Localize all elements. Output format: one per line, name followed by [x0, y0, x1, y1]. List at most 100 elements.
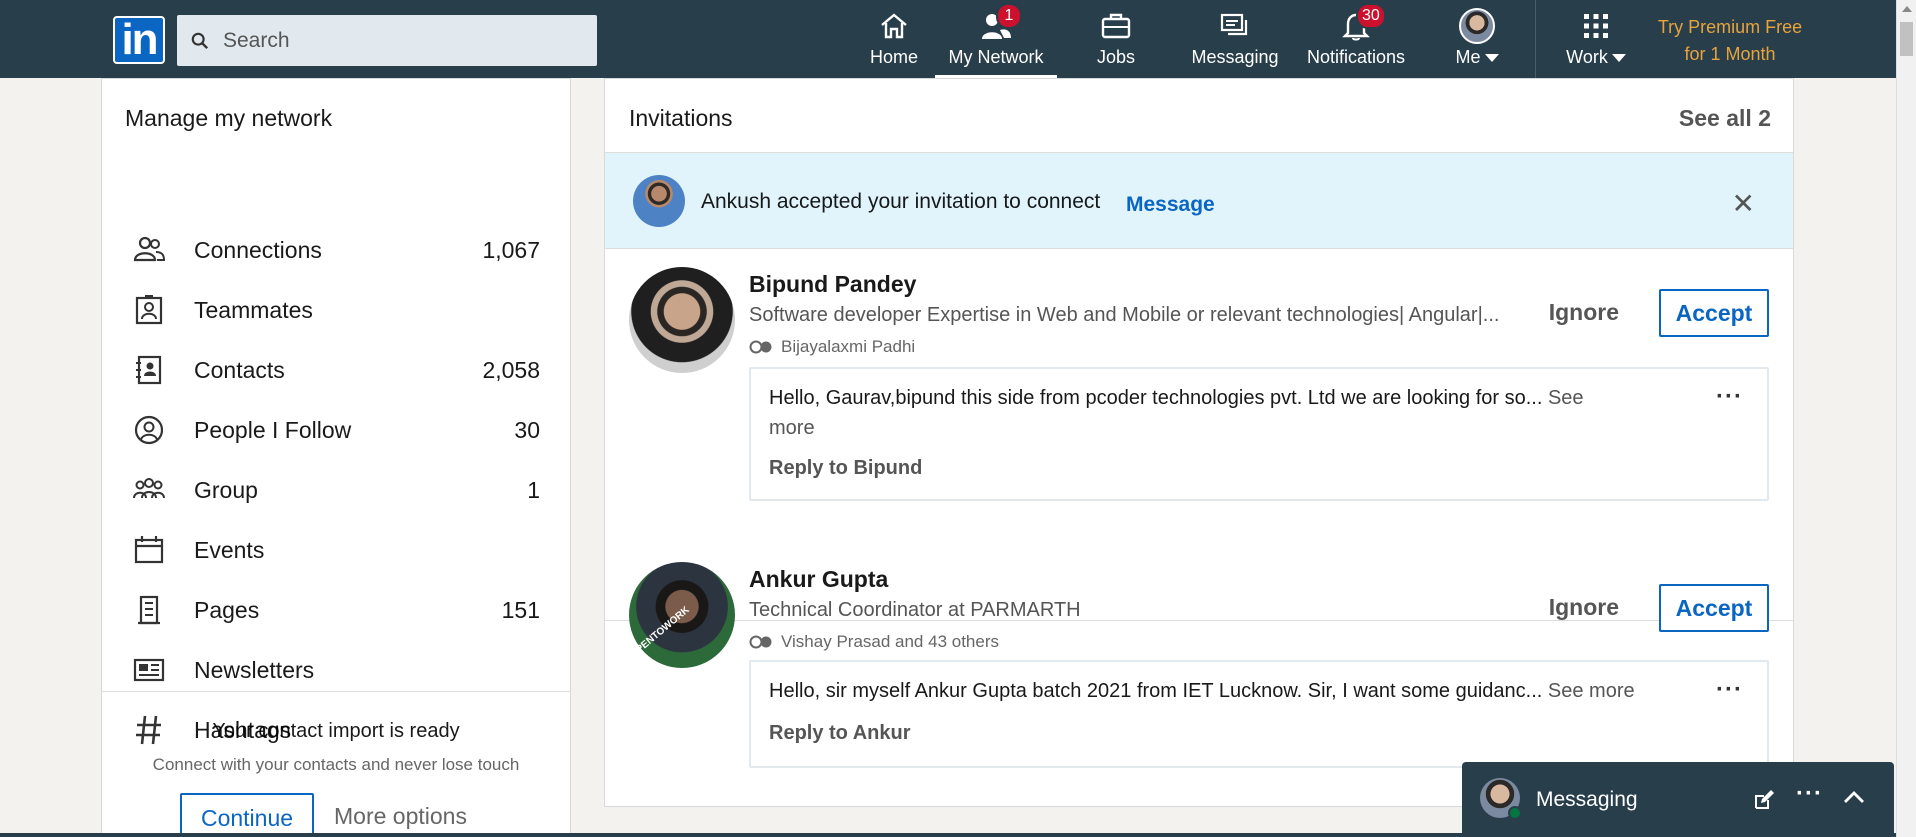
see-all-invitations-link[interactable]: See all 2: [1679, 105, 1771, 132]
invitation-message: Hello, sir myself Ankur Gupta batch 2021…: [769, 676, 1729, 706]
more-options-icon[interactable]: ···: [1796, 780, 1823, 808]
message-link[interactable]: Message: [1126, 193, 1215, 217]
accepted-invitation-text: Ankush accepted your invitation to conne…: [701, 190, 1101, 213]
network-item-pages[interactable]: Pages 151: [102, 580, 570, 640]
network-item-events[interactable]: Events: [102, 520, 570, 580]
invitation-message-box: Hello, Gaurav,bipund this side from pcod…: [749, 367, 1769, 501]
scrollbar-thumb[interactable]: [1900, 22, 1913, 56]
avatar[interactable]: #OPENTOWORK: [624, 562, 735, 668]
mutual-connections-text: Vishay Prasad and 43 others: [781, 632, 999, 651]
chat-icon: [1220, 13, 1248, 36]
scroll-up-arrow-icon[interactable]: [1902, 6, 1912, 12]
see-more-link[interactable]: See: [1548, 387, 1584, 409]
network-item-count: 1,067: [482, 236, 540, 263]
more-options-icon[interactable]: ···: [1716, 383, 1743, 411]
notifications-badge: 30: [1356, 3, 1386, 29]
invitations-title: Invitations: [629, 105, 733, 131]
nav-work-label: Work: [1566, 47, 1608, 67]
avatar[interactable]: [629, 267, 735, 373]
network-item-count: 151: [501, 596, 540, 623]
see-more-link[interactable]: more: [769, 417, 815, 439]
close-icon[interactable]: ✕: [1732, 187, 1755, 220]
vertical-scrollbar[interactable]: [1896, 0, 1916, 837]
nav-me[interactable]: Me: [1440, 0, 1514, 78]
nav-messaging-label: Messaging: [1191, 47, 1279, 67]
ignore-button[interactable]: Ignore: [1549, 594, 1619, 621]
contacts-icon: [136, 355, 162, 385]
invitation-message-box: Hello, sir myself Ankur Gupta batch 2021…: [749, 660, 1769, 768]
mutual-connections[interactable]: Bijayalaxmi Padhi: [749, 337, 915, 357]
more-options-button[interactable]: More options: [334, 803, 467, 830]
network-item-connections[interactable]: Connections 1,067: [102, 220, 570, 280]
chevron-down-icon: [1484, 54, 1499, 63]
network-item-label: Pages: [194, 596, 260, 623]
network-item-label: Teammates: [194, 296, 313, 323]
search-icon: [191, 32, 209, 49]
mutual-connections-text: Bijayalaxmi Padhi: [781, 337, 916, 356]
accept-button[interactable]: Accept: [1659, 584, 1769, 632]
briefcase-icon: [1101, 13, 1131, 39]
messaging-dock-title[interactable]: Messaging: [1536, 788, 1638, 812]
mutual-connections[interactable]: Vishay Prasad and 43 others: [749, 632, 999, 652]
search-input[interactable]: [223, 28, 583, 53]
panel-divider: [102, 691, 570, 692]
nav-jobs[interactable]: Jobs: [1070, 0, 1162, 78]
nav-home-label: Home: [869, 47, 918, 67]
nav-home[interactable]: Home: [848, 0, 940, 78]
invitation-name[interactable]: Ankur Gupta: [749, 566, 888, 593]
network-item-count: 30: [514, 416, 540, 443]
reply-link[interactable]: Reply to Ankur: [769, 722, 911, 745]
more-options-icon[interactable]: ···: [1716, 676, 1743, 704]
network-item-label: Newsletters: [194, 656, 315, 683]
avatar: [1459, 8, 1495, 44]
connections-icon: [133, 236, 166, 262]
nav-notifications[interactable]: 30 Notifications: [1298, 0, 1414, 78]
invitation-name[interactable]: Bipund Pandey: [749, 271, 916, 298]
invitation-headline: Technical Coordinator at PARMARTH: [749, 599, 1081, 621]
network-item-label: Events: [194, 536, 265, 563]
nav-my-network-label: My Network: [948, 47, 1044, 67]
bottom-edge: [0, 833, 1896, 837]
network-item-label: Connections: [194, 236, 322, 263]
nav-work[interactable]: Work: [1556, 0, 1636, 78]
chevron-down-icon: [1611, 54, 1626, 63]
newsletter-icon: [133, 658, 165, 682]
try-premium-link[interactable]: Try Premium Free for 1 Month: [1640, 14, 1820, 68]
network-item-teammates[interactable]: Teammates: [102, 280, 570, 340]
continue-button[interactable]: Continue: [180, 793, 314, 837]
network-item-people-follow[interactable]: People I Follow 30: [102, 400, 570, 460]
network-item-label: Group: [194, 476, 258, 503]
compose-icon[interactable]: [1752, 788, 1776, 812]
invitation-message-text: Hello, Gaurav,bipund this side from pcod…: [769, 387, 1543, 409]
search-box[interactable]: [177, 15, 597, 66]
premium-line-1: Try Premium Free: [1657, 17, 1803, 37]
network-item-contacts[interactable]: Contacts 2,058: [102, 340, 570, 400]
nav-my-network[interactable]: 1 My Network: [935, 0, 1057, 78]
ignore-button[interactable]: Ignore: [1549, 299, 1619, 326]
teammates-icon: [135, 295, 163, 325]
open-to-work-badge: #OPENTOWORK: [623, 604, 692, 664]
network-item-label: Contacts: [194, 356, 285, 383]
invitation-message-text: Hello, sir myself Ankur Gupta batch 2021…: [769, 680, 1543, 702]
messaging-dock[interactable]: Messaging ···: [1462, 762, 1894, 837]
calendar-icon: [134, 536, 164, 564]
invitations-panel: Invitations See all 2 Ankush accepted yo…: [604, 78, 1794, 807]
reply-link[interactable]: Reply to Bipund: [769, 457, 922, 480]
linkedin-logo[interactable]: in: [113, 16, 165, 64]
network-item-count: 1: [527, 476, 540, 503]
mutual-connections-icon: [749, 340, 772, 354]
network-badge: 1: [996, 3, 1022, 29]
top-nav-bar: in Home 1 My Network Jobs Messaging 30 N…: [0, 0, 1896, 78]
premium-line-2: for 1 Month: [1684, 44, 1776, 64]
accept-button[interactable]: Accept: [1659, 289, 1769, 337]
see-more-link[interactable]: See more: [1548, 680, 1635, 702]
home-icon: [881, 13, 907, 39]
avatar[interactable]: [633, 175, 685, 227]
chevron-up-icon[interactable]: [1842, 786, 1866, 810]
nav-messaging[interactable]: Messaging: [1180, 0, 1290, 78]
invitation-message: Hello, Gaurav,bipund this side from pcod…: [769, 383, 1669, 443]
network-item-group[interactable]: Group 1: [102, 460, 570, 520]
import-ready-title: Your contact import is ready: [212, 720, 460, 742]
nav-me-label: Me: [1455, 47, 1481, 67]
manage-network-title: Manage my network: [125, 105, 333, 131]
